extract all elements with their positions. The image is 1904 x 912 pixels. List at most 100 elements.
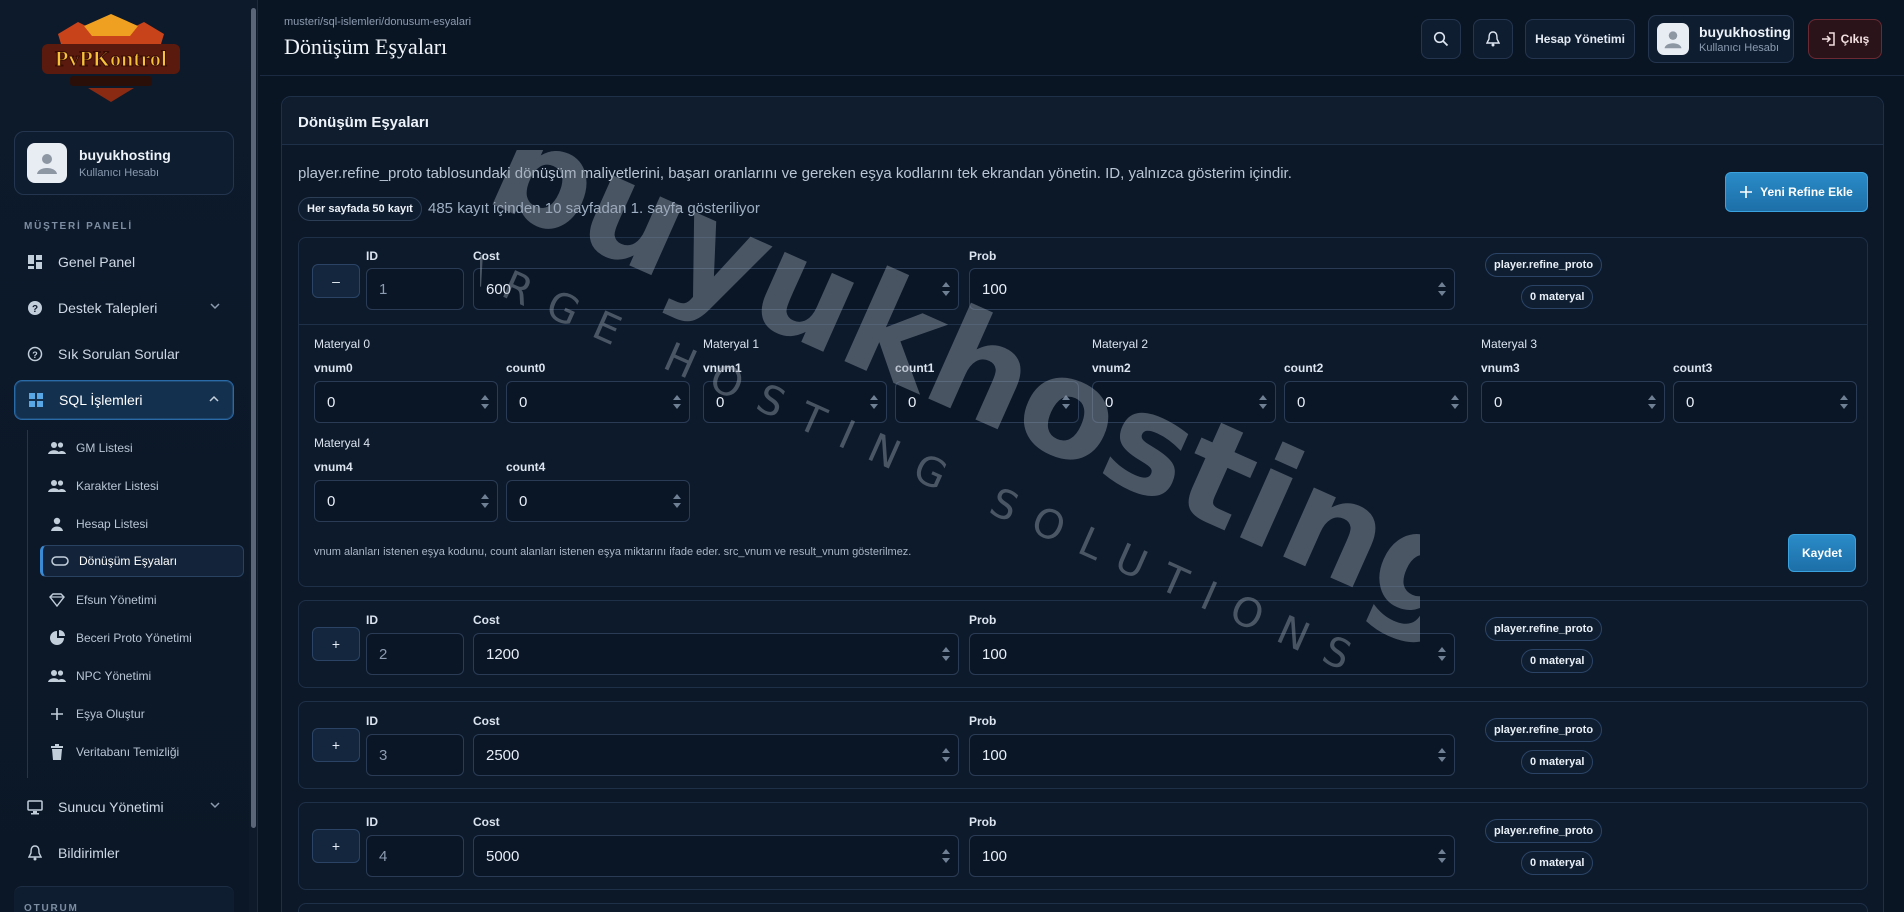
sidebar-user-card[interactable]: buyukhosting Kullanıcı Hesabı	[14, 131, 234, 195]
cost-label: Cost	[473, 714, 500, 728]
vnum-input[interactable]	[1481, 381, 1665, 423]
sidebar-subitem-npc-management[interactable]: NPC Yönetimi	[40, 660, 244, 692]
prob-input[interactable]	[969, 835, 1455, 877]
stepper-icon[interactable]	[941, 847, 951, 865]
pvpkontrol-logo[interactable]: PvPKontrol	[38, 14, 184, 104]
count-label: count1	[895, 361, 935, 375]
id-input[interactable]	[366, 835, 464, 877]
sidebar-subitem-refine-items[interactable]: Dönüşüm Eşyaları	[40, 545, 244, 577]
sidebar-item-faq[interactable]: ? Sık Sorulan Sorular	[14, 334, 234, 374]
sidebar-subitem-account-list[interactable]: Hesap Listesi	[40, 508, 244, 540]
stepper-icon[interactable]	[941, 645, 951, 663]
sidebar-subitem-bonus-management[interactable]: Efsun Yönetimi	[40, 584, 244, 616]
sidebar-item-server-management[interactable]: Sunucu Yönetimi	[14, 787, 234, 827]
stepper-icon[interactable]	[1647, 393, 1657, 411]
prob-field	[969, 835, 1455, 877]
id-input[interactable]	[366, 633, 464, 675]
count-input[interactable]	[1673, 381, 1857, 423]
cost-input[interactable]	[473, 633, 959, 675]
sidebar: PvPKontrol buyukhosting Kullanıcı Hesabı…	[0, 0, 258, 912]
table-tag: player.refine_proto	[1485, 819, 1603, 843]
count-input[interactable]	[895, 381, 1079, 423]
prob-input[interactable]	[969, 633, 1455, 675]
notifications-button[interactable]	[1473, 19, 1513, 59]
stepper-icon[interactable]	[1061, 393, 1071, 411]
refine-row: + ID Cost Prob player.refine_proto 0 mat…	[298, 802, 1868, 890]
save-button[interactable]: Kaydet	[1788, 534, 1856, 572]
vnum-input[interactable]	[1092, 381, 1276, 423]
search-button[interactable]	[1421, 19, 1461, 59]
stepper-icon[interactable]	[480, 492, 490, 510]
stepper-icon[interactable]	[672, 492, 682, 510]
stepper-icon[interactable]	[1437, 645, 1447, 663]
stepper-icon[interactable]	[1437, 746, 1447, 764]
cost-field	[473, 734, 959, 776]
table-tag: player.refine_proto	[1485, 617, 1603, 641]
topbar-user-card[interactable]: buyukhosting Kullanıcı Hesabı	[1648, 15, 1794, 63]
sidebar-item-notifications[interactable]: Bildirimler	[14, 833, 234, 873]
count-input[interactable]	[1284, 381, 1468, 423]
prob-label: Prob	[969, 249, 997, 263]
prob-input[interactable]	[969, 268, 1455, 310]
sidebar-scrollbar[interactable]	[249, 0, 257, 912]
svg-text:PvPKontrol: PvPKontrol	[55, 46, 167, 71]
sidebar-subitem-create-item[interactable]: Eşya Oluştur	[40, 698, 244, 730]
sidebar-subitem-label: Efsun Yönetimi	[76, 593, 157, 607]
refine-row: – ID Cost Prob player.refine_proto 0 mat…	[298, 237, 1868, 587]
dashboard-icon	[26, 253, 44, 271]
count-field	[1673, 381, 1857, 423]
refine-row: + ID Cost Prob player.refine_proto 0 mat…	[298, 701, 1868, 789]
count-input[interactable]	[506, 480, 690, 522]
cost-input[interactable]	[473, 734, 959, 776]
count-input[interactable]	[506, 381, 690, 423]
vnum-input[interactable]	[703, 381, 887, 423]
new-refine-button[interactable]: Yeni Refine Ekle	[1725, 172, 1868, 212]
sidebar-subitem-character-list[interactable]: Karakter Listesi	[40, 470, 244, 502]
stepper-icon[interactable]	[1437, 847, 1447, 865]
gem-icon	[48, 592, 66, 608]
stepper-icon[interactable]	[941, 280, 951, 298]
stepper-icon[interactable]	[672, 393, 682, 411]
user-avatar-icon	[27, 143, 67, 183]
vnum-input[interactable]	[314, 381, 498, 423]
collapse-row-button[interactable]: –	[312, 264, 360, 298]
vnum-label: vnum4	[314, 460, 353, 474]
stepper-icon[interactable]	[941, 746, 951, 764]
prob-input[interactable]	[969, 734, 1455, 776]
logout-button[interactable]: Çıkış	[1808, 19, 1882, 59]
sidebar-subitem-db-cleanup[interactable]: Veritabanı Temizliği	[40, 736, 244, 768]
sidebar-subitem-skill-proto[interactable]: Beceri Proto Yönetimi	[40, 622, 244, 654]
stepper-icon[interactable]	[1450, 393, 1460, 411]
material-count-tag: 0 materyal	[1521, 750, 1594, 774]
expand-row-button[interactable]: +	[312, 829, 360, 863]
stepper-icon[interactable]	[869, 393, 879, 411]
stepper-icon[interactable]	[480, 393, 490, 411]
sidebar-subitem-label: Eşya Oluştur	[76, 707, 145, 721]
sidebar-item-label: Genel Panel	[58, 254, 136, 270]
id-input[interactable]	[366, 268, 464, 310]
plus-icon	[48, 706, 66, 722]
vnum-label: vnum0	[314, 361, 353, 375]
material-title: Materyal 4	[314, 436, 371, 450]
account-management-button[interactable]: Hesap Yönetimi	[1525, 19, 1635, 59]
cost-input[interactable]	[473, 835, 959, 877]
expand-row-button[interactable]: +	[312, 627, 360, 661]
id-input[interactable]	[366, 734, 464, 776]
card-title: Dönüşüm Eşyaları	[298, 114, 429, 131]
sidebar-item-dashboard[interactable]: Genel Panel	[14, 242, 234, 282]
vnum-label: vnum2	[1092, 361, 1131, 375]
sidebar-item-support[interactable]: ? Destek Talepleri	[14, 288, 234, 328]
cost-input[interactable]	[473, 268, 959, 310]
topbar: musteri/sql-islemleri/donusum-esyalari D…	[260, 0, 1904, 76]
expand-row-button[interactable]: +	[312, 728, 360, 762]
per-page-pill[interactable]: Her sayfada 50 kayıt	[298, 197, 422, 221]
search-icon	[1433, 31, 1449, 47]
stepper-icon[interactable]	[1839, 393, 1849, 411]
vnum-input[interactable]	[314, 480, 498, 522]
sidebar-subitem-gm-list[interactable]: GM Listesi	[40, 432, 244, 464]
stepper-icon[interactable]	[1258, 393, 1268, 411]
stepper-icon[interactable]	[1437, 280, 1447, 298]
prob-label: Prob	[969, 613, 997, 627]
vnum-label: vnum1	[703, 361, 742, 375]
sidebar-item-sql[interactable]: SQL İşlemleri	[14, 380, 234, 420]
